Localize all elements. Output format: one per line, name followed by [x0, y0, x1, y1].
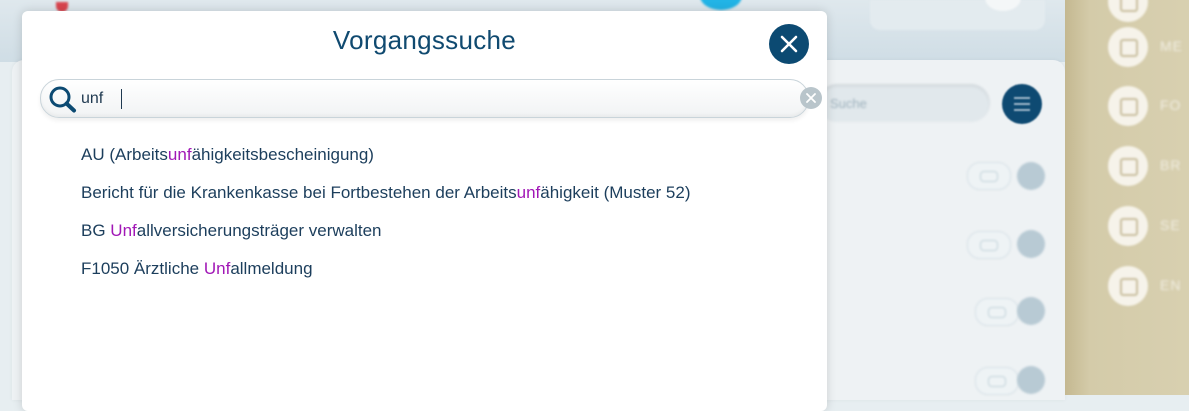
search-match-highlight: unf — [167, 145, 192, 164]
close-button[interactable] — [769, 24, 809, 64]
background-sidebar-icon — [1108, 206, 1148, 246]
background-row-button — [1017, 366, 1045, 394]
background-sidebar-label: FO — [1160, 97, 1182, 113]
search-result-item[interactable]: F1050 Ärztliche Unfallmeldung — [81, 259, 691, 297]
background-sidebar-label: ME — [1160, 38, 1183, 54]
text-cursor — [121, 89, 122, 109]
background-row-toggle — [967, 162, 1011, 190]
background-row-toggle — [967, 231, 1011, 259]
search-match-highlight: unf — [516, 183, 541, 202]
close-icon — [780, 35, 798, 53]
background-row-button — [1017, 297, 1045, 325]
background-row-toggle — [975, 367, 1019, 395]
search-match-highlight: Unf — [110, 221, 137, 240]
clear-search-button[interactable] — [800, 87, 822, 109]
menu-icon — [1014, 97, 1030, 99]
background-sidebar-icon — [1108, 266, 1148, 306]
search-input[interactable] — [81, 80, 771, 117]
search-dialog: Vorgangssuche AU (Arbeitsunfähigkeitsbes… — [22, 11, 827, 411]
background-sidebar-icon — [1108, 86, 1148, 126]
search-result-item[interactable]: AU (Arbeitsunfähigkeitsbescheinigung) — [81, 145, 691, 183]
background-menu-button — [1002, 84, 1042, 124]
background-search-placeholder: Suche — [830, 96, 867, 111]
background-sidebar-label: SE — [1160, 217, 1181, 233]
search-results-list: AU (Arbeitsunfähigkeitsbescheinigung) Be… — [81, 145, 691, 297]
search-result-item[interactable]: Bericht für die Krankenkasse bei Fortbes… — [81, 183, 691, 221]
search-field — [40, 79, 822, 118]
clear-icon — [806, 93, 816, 103]
dialog-title: Vorgangssuche — [332, 25, 517, 55]
background-sidebar-icon — [1108, 27, 1148, 67]
background-sidebar-icon — [1108, 146, 1148, 186]
background-sidebar-label: EN — [1160, 277, 1182, 293]
background-row-button — [1017, 230, 1045, 258]
background-row-button — [1017, 162, 1045, 190]
search-result-item[interactable]: BG Unfallversicherungsträger verwalten — [81, 221, 691, 259]
background-header-card — [870, 0, 1045, 30]
search-icon — [49, 86, 76, 113]
background-row-toggle — [975, 298, 1019, 326]
search-match-highlight: Unf — [203, 259, 231, 278]
background-sidebar-label: BR — [1160, 157, 1182, 173]
